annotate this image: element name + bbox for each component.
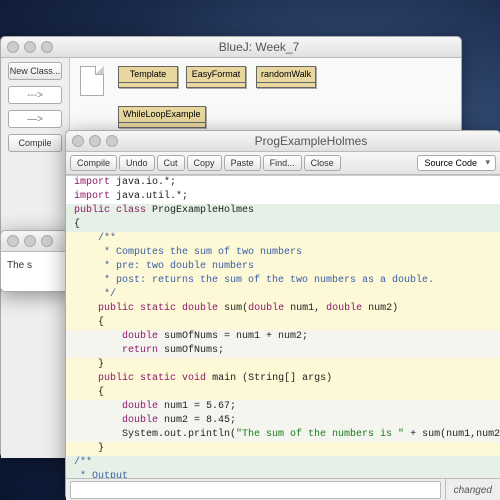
window-controls[interactable] xyxy=(7,235,53,247)
status-label: changed xyxy=(445,479,500,500)
note-window: The s xyxy=(0,230,72,292)
editor-title: ProgExampleHolmes xyxy=(128,134,494,148)
copy-button[interactable]: Copy xyxy=(187,155,222,171)
uses-arrow-tool[interactable]: ---> xyxy=(8,86,62,104)
class-whileloop[interactable]: WhileLoopExample xyxy=(118,106,206,128)
window-controls[interactable] xyxy=(72,135,118,147)
window-controls[interactable] xyxy=(7,41,53,53)
compile-button[interactable]: Compile xyxy=(8,134,62,152)
view-mode-select[interactable]: Source Code xyxy=(417,155,496,171)
editor-window: ProgExampleHolmes Compile Undo Cut Copy … xyxy=(65,130,500,500)
paste-button[interactable]: Paste xyxy=(224,155,261,171)
cut-button[interactable]: Cut xyxy=(157,155,185,171)
class-randomwalk[interactable]: randomWalk xyxy=(256,66,316,88)
bluej-title: BlueJ: Week_7 xyxy=(63,40,455,54)
editor-titlebar[interactable]: ProgExampleHolmes xyxy=(66,131,500,152)
desktop-background: BlueJ: Week_7 New Class... ---> —> Compi… xyxy=(0,0,500,500)
note-body: The s xyxy=(1,252,71,279)
new-class-button[interactable]: New Class... xyxy=(8,62,62,80)
statusbar: changed xyxy=(66,478,500,500)
find-button[interactable]: Find... xyxy=(263,155,302,171)
compile-button[interactable]: Compile xyxy=(70,155,117,171)
close-button[interactable]: Close xyxy=(304,155,341,171)
class-template[interactable]: Template xyxy=(118,66,178,88)
code-area[interactable]: import java.io.*; import java.util.*; pu… xyxy=(66,175,500,478)
note-titlebar[interactable] xyxy=(1,231,71,252)
inherit-arrow-tool[interactable]: —> xyxy=(8,110,62,128)
undo-button[interactable]: Undo xyxy=(119,155,155,171)
class-easyformat[interactable]: EasyFormat xyxy=(186,66,246,88)
editor-toolbar: Compile Undo Cut Copy Paste Find... Clos… xyxy=(66,152,500,175)
readme-icon[interactable] xyxy=(80,66,104,96)
status-input[interactable] xyxy=(70,481,441,499)
bluej-titlebar[interactable]: BlueJ: Week_7 xyxy=(1,37,461,58)
